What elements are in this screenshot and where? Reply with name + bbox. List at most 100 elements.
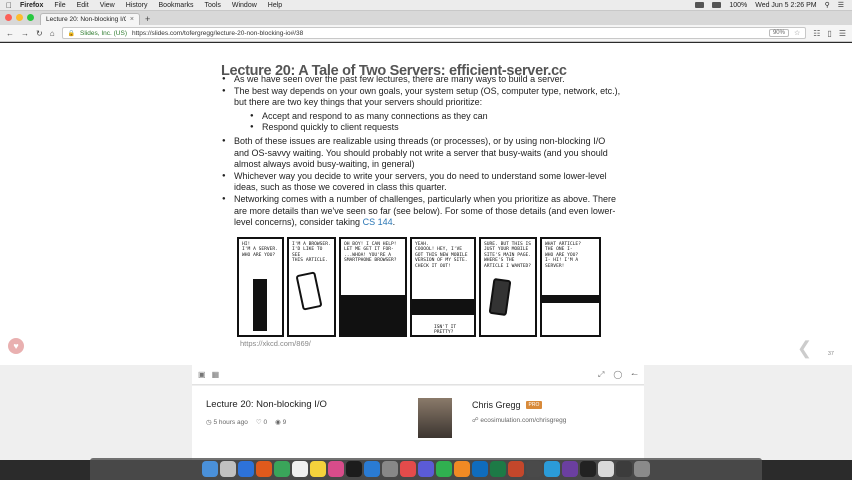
close-tab-icon[interactable]: × <box>130 16 134 23</box>
battery-icon[interactable] <box>712 2 722 8</box>
menu-tools[interactable]: Tools <box>205 2 221 9</box>
zoom-icon[interactable] <box>544 461 560 477</box>
photos-icon[interactable] <box>328 461 344 477</box>
code-editor-icon[interactable] <box>580 461 596 477</box>
home-icon[interactable]: ⌂ <box>50 29 55 38</box>
grid-icon[interactable]: ▦ <box>212 370 220 379</box>
share-icon[interactable]: ↼ <box>631 370 638 380</box>
launchpad-icon[interactable] <box>220 461 236 477</box>
new-tab-button[interactable]: + <box>145 14 150 24</box>
fullscreen-icon[interactable]: ⤢ <box>598 370 604 380</box>
hamburger-menu-icon[interactable]: ☰ <box>839 29 846 38</box>
firefox-icon[interactable] <box>256 461 272 477</box>
previous-slide-arrow-icon[interactable]: ❮ <box>797 338 812 359</box>
status-area: 100% Wed Jun 5 2:26 PM ⚲ ☰ <box>695 1 852 9</box>
url-bar[interactable]: 🔒 Slides, Inc. (US) https://slides.com/t… <box>61 27 807 39</box>
overview-icon[interactable]: ▣ <box>198 370 206 379</box>
comment-icon[interactable]: ◯ <box>613 370 622 380</box>
url-text[interactable]: https://slides.com/tofergregg/lecture-20… <box>132 30 303 37</box>
preview-icon[interactable] <box>598 461 614 477</box>
xkcd-comic: HI! I'M A SERVER. WHO ARE YOU? I'M A BRO… <box>237 237 601 337</box>
menu-view[interactable]: View <box>100 2 115 9</box>
calendar-icon[interactable] <box>292 461 308 477</box>
sub-bullets: Accept and respond to as many connection… <box>234 111 622 134</box>
menu-file[interactable]: File <box>54 2 65 9</box>
zoom-window-button[interactable] <box>27 14 34 21</box>
notes-icon[interactable] <box>310 461 326 477</box>
safari-icon[interactable] <box>238 461 254 477</box>
word-icon[interactable] <box>472 461 488 477</box>
phone-drawing-2 <box>488 277 512 317</box>
close-window-button[interactable] <box>5 14 12 21</box>
sidebar-icon[interactable]: ▯ <box>827 29 831 38</box>
app-store-icon[interactable] <box>364 461 380 477</box>
comic-caption[interactable]: https://xkcd.com/869/ <box>240 339 311 348</box>
comic-panel-5: SURE. BUT THIS IS JUST YOUR MOBILE SITE'… <box>479 237 537 337</box>
search-icon[interactable]: ⚲ <box>825 1 830 9</box>
library-icon[interactable]: ☷ <box>813 29 820 38</box>
terminal-icon[interactable] <box>346 461 362 477</box>
minimize-window-button[interactable] <box>16 14 23 21</box>
tab-lecture-20[interactable]: Lecture 20: Non-blocking I/O × <box>40 13 140 25</box>
finder-icon[interactable] <box>202 461 218 477</box>
comic-panel-3-text: OH BOY! I CAN HELP! LET ME GET IT FOR- .… <box>344 242 397 264</box>
views-count: 9 <box>282 419 287 426</box>
forward-icon[interactable]: → <box>21 29 29 38</box>
menu-history[interactable]: History <box>126 2 148 9</box>
menu-firefox[interactable]: Firefox <box>20 2 43 9</box>
activity-monitor-icon[interactable] <box>526 461 542 477</box>
cs144-link[interactable]: CS 144 <box>363 217 393 227</box>
apple-icon[interactable]:  <box>6 1 12 10</box>
toolbar-icons: ☷ ▯ ☰ <box>813 29 846 38</box>
messages-icon[interactable] <box>274 461 290 477</box>
bullet-5: Networking comes with a number of challe… <box>222 194 622 229</box>
deck-info-card: Lecture 20: Non-blocking I/O ◷ 5 hours a… <box>192 386 644 460</box>
excel-icon[interactable] <box>490 461 506 477</box>
server-rack-drawing <box>253 279 267 331</box>
menu-list-icon[interactable]: ☰ <box>838 1 844 9</box>
zoom-level[interactable]: 90% <box>768 29 789 37</box>
author-avatar[interactable] <box>418 398 452 438</box>
clock-icon: ◷ <box>206 419 212 426</box>
music-icon[interactable] <box>400 461 416 477</box>
author-row: Chris Gregg PRO <box>472 400 543 410</box>
keynote-icon[interactable] <box>418 461 434 477</box>
comic-panel-1: HI! I'M A SERVER. WHO ARE YOU? <box>237 237 284 337</box>
heart-small-icon[interactable]: ♡ <box>256 419 262 426</box>
app-menus: Firefox File Edit View History Bookmarks… <box>20 2 282 9</box>
author-site[interactable]: ☍ ecosimulation.com/chrisgregg <box>472 416 566 424</box>
views-stat: ◉ 9 <box>275 418 286 426</box>
trash-icon[interactable] <box>634 461 650 477</box>
time-stat: ◷ 5 hours ago <box>206 418 248 426</box>
likes-stat: ♡ 0 <box>256 418 267 426</box>
wifi-icon[interactable] <box>695 2 705 8</box>
menu-bookmarks[interactable]: Bookmarks <box>159 2 194 9</box>
menu-edit[interactable]: Edit <box>77 2 89 9</box>
link-icon: ☍ <box>472 417 479 424</box>
lock-icon[interactable]: 🔒 <box>68 30 75 37</box>
numbers-icon[interactable] <box>436 461 452 477</box>
site-identity[interactable]: Slides, Inc. (US) <box>80 30 127 37</box>
panel-6-fill <box>542 295 599 303</box>
downloads-stack-icon[interactable] <box>616 461 632 477</box>
heart-icon[interactable]: ♥ <box>8 338 24 354</box>
clock[interactable]: Wed Jun 5 2:26 PM <box>755 2 816 9</box>
back-icon[interactable]: ← <box>6 29 14 38</box>
powerpoint-icon[interactable] <box>508 461 524 477</box>
deck-toolbar: ▣ ▦ ⤢ ◯ ↼ <box>192 365 644 385</box>
tab-bar: Lecture 20: Non-blocking I/O × + <box>0 11 852 25</box>
deck-title[interactable]: Lecture 20: Non-blocking I/O <box>206 399 327 410</box>
comic-extra-text: ISN'T IT PRETTY? <box>434 325 457 336</box>
author-name[interactable]: Chris Gregg <box>472 400 521 410</box>
menu-help[interactable]: Help <box>268 2 282 9</box>
comic-panel-2: I'M A BROWSER. I'D LIKE TO SEE THIS ARTI… <box>287 237 336 337</box>
reload-icon[interactable]: ↻ <box>36 29 43 38</box>
panel-3-fill <box>341 295 405 335</box>
pages-icon[interactable] <box>454 461 470 477</box>
menu-window[interactable]: Window <box>232 2 257 9</box>
bookmark-star-icon[interactable]: ☆ <box>794 29 800 37</box>
system-preferences-icon[interactable] <box>382 461 398 477</box>
author-site-text[interactable]: ecosimulation.com/chrisgregg <box>480 417 566 424</box>
deck-toolbar-right: ⤢ ◯ ↼ <box>598 370 638 380</box>
slack-icon[interactable] <box>562 461 578 477</box>
